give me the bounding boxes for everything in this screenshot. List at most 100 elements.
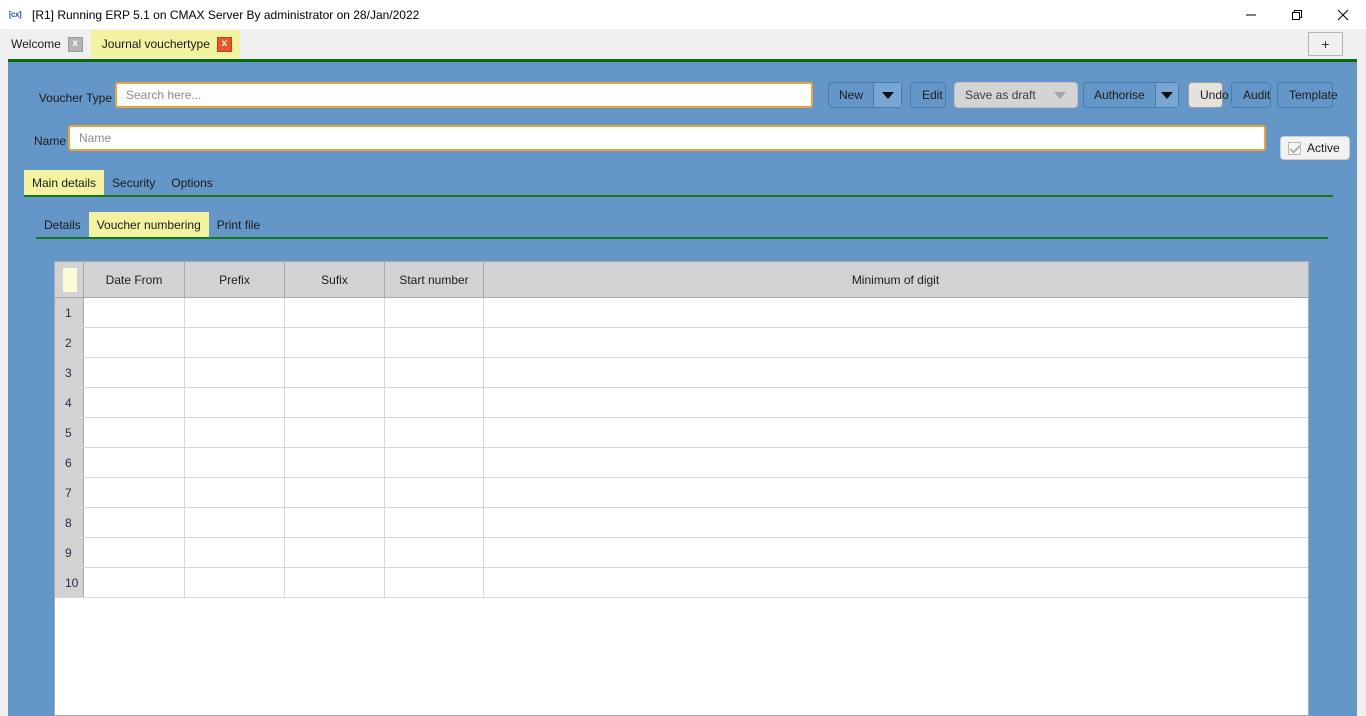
cell-date-from[interactable] (84, 538, 185, 567)
authorise-button[interactable]: Authorise (1083, 82, 1179, 108)
cell-sufix[interactable] (285, 478, 385, 507)
cell-sufix[interactable] (285, 328, 385, 357)
table-row[interactable]: 8 (55, 508, 1308, 538)
table-row[interactable]: 7 (55, 478, 1308, 508)
cell-minimum-of-digit[interactable] (484, 388, 1307, 417)
row-number[interactable]: 2 (55, 328, 84, 357)
cell-start-number[interactable] (385, 508, 484, 537)
new-dropdown-toggle[interactable] (873, 83, 901, 107)
restore-icon[interactable] (1274, 0, 1320, 29)
cell-minimum-of-digit[interactable] (484, 508, 1307, 537)
row-number[interactable]: 3 (55, 358, 84, 387)
cell-prefix[interactable] (185, 478, 285, 507)
cell-date-from[interactable] (84, 388, 185, 417)
table-row[interactable]: 6 (55, 448, 1308, 478)
save-as-draft-dropdown-toggle[interactable] (1046, 83, 1074, 107)
table-row[interactable]: 5 (55, 418, 1308, 448)
cell-prefix[interactable] (185, 568, 285, 597)
document-tab-welcome[interactable]: Welcome x (0, 30, 91, 58)
cell-date-from[interactable] (84, 328, 185, 357)
cell-minimum-of-digit[interactable] (484, 328, 1307, 357)
cell-date-from[interactable] (84, 568, 185, 597)
grid-header-sufix[interactable]: Sufix (285, 262, 385, 297)
name-input[interactable]: Name (68, 125, 1266, 151)
tab-print-file[interactable]: Print file (209, 212, 268, 237)
cell-start-number[interactable] (385, 298, 484, 327)
cell-date-from[interactable] (84, 358, 185, 387)
cell-minimum-of-digit[interactable] (484, 418, 1307, 447)
tab-voucher-numbering[interactable]: Voucher numbering (88, 212, 209, 237)
tab-main-details[interactable]: Main details (24, 170, 105, 195)
cell-start-number[interactable] (385, 568, 484, 597)
cell-minimum-of-digit[interactable] (484, 478, 1307, 507)
cell-start-number[interactable] (385, 538, 484, 567)
close-icon[interactable]: x (216, 36, 232, 52)
table-row[interactable]: 10 (55, 568, 1308, 598)
close-icon[interactable]: x (67, 36, 83, 52)
document-tab-journal-vouchertype[interactable]: Journal vouchertype x (90, 30, 240, 58)
cell-sufix[interactable] (285, 418, 385, 447)
audit-button[interactable]: Audit (1231, 82, 1271, 108)
row-number[interactable]: 5 (55, 418, 84, 447)
voucher-numbering-grid[interactable]: Date From Prefix Sufix Start number Mini… (54, 261, 1309, 716)
grid-header-prefix[interactable]: Prefix (185, 262, 285, 297)
row-number[interactable]: 8 (55, 508, 84, 537)
cell-sufix[interactable] (285, 448, 385, 477)
tab-details[interactable]: Details (36, 212, 89, 237)
cell-prefix[interactable] (185, 418, 285, 447)
cell-start-number[interactable] (385, 388, 484, 417)
close-icon[interactable] (1320, 0, 1366, 29)
cell-date-from[interactable] (84, 298, 185, 327)
table-row[interactable]: 3 (55, 358, 1308, 388)
cell-prefix[interactable] (185, 328, 285, 357)
table-row[interactable]: 1 (55, 298, 1308, 328)
cell-prefix[interactable] (185, 388, 285, 417)
row-number[interactable]: 4 (55, 388, 84, 417)
grid-header-select-all[interactable] (55, 262, 84, 297)
authorise-dropdown-toggle[interactable] (1154, 83, 1178, 107)
cell-start-number[interactable] (385, 478, 484, 507)
cell-start-number[interactable] (385, 328, 484, 357)
cell-start-number[interactable] (385, 448, 484, 477)
row-number[interactable]: 1 (55, 298, 84, 327)
cell-sufix[interactable] (285, 298, 385, 327)
cell-start-number[interactable] (385, 358, 484, 387)
cell-date-from[interactable] (84, 448, 185, 477)
table-row[interactable]: 4 (55, 388, 1308, 418)
table-row[interactable]: 9 (55, 538, 1308, 568)
table-row[interactable]: 2 (55, 328, 1308, 358)
grid-header-date-from[interactable]: Date From (84, 262, 185, 297)
cell-date-from[interactable] (84, 478, 185, 507)
save-as-draft-button[interactable]: Save as draft (954, 82, 1078, 108)
cell-minimum-of-digit[interactable] (484, 538, 1307, 567)
minimize-icon[interactable] (1228, 0, 1274, 29)
new-button[interactable]: New (828, 82, 902, 108)
row-number[interactable]: 7 (55, 478, 84, 507)
cell-sufix[interactable] (285, 388, 385, 417)
cell-start-number[interactable] (385, 418, 484, 447)
checkbox-icon[interactable] (1288, 141, 1301, 155)
tab-security[interactable]: Security (104, 170, 163, 195)
cell-date-from[interactable] (84, 418, 185, 447)
cell-minimum-of-digit[interactable] (484, 448, 1307, 477)
cell-prefix[interactable] (185, 448, 285, 477)
undo-button[interactable]: Undo (1188, 82, 1229, 108)
cell-prefix[interactable] (185, 358, 285, 387)
cell-minimum-of-digit[interactable] (484, 568, 1307, 597)
cell-sufix[interactable] (285, 358, 385, 387)
cell-prefix[interactable] (185, 298, 285, 327)
voucher-type-search-input[interactable]: Search here... (115, 82, 813, 108)
edit-button[interactable]: Edit (910, 82, 946, 108)
new-tab-button[interactable]: + (1308, 32, 1343, 56)
cell-sufix[interactable] (285, 538, 385, 567)
cell-date-from[interactable] (84, 508, 185, 537)
row-number[interactable]: 9 (55, 538, 84, 567)
grid-header-start-number[interactable]: Start number (385, 262, 484, 297)
cell-minimum-of-digit[interactable] (484, 358, 1307, 387)
cell-minimum-of-digit[interactable] (484, 298, 1307, 327)
row-number[interactable]: 6 (55, 448, 84, 477)
template-button[interactable]: Template (1277, 82, 1338, 108)
active-checkbox[interactable]: Active (1280, 136, 1350, 160)
grid-header-minimum-of-digit[interactable]: Minimum of digit (484, 262, 1307, 297)
cell-sufix[interactable] (285, 568, 385, 597)
